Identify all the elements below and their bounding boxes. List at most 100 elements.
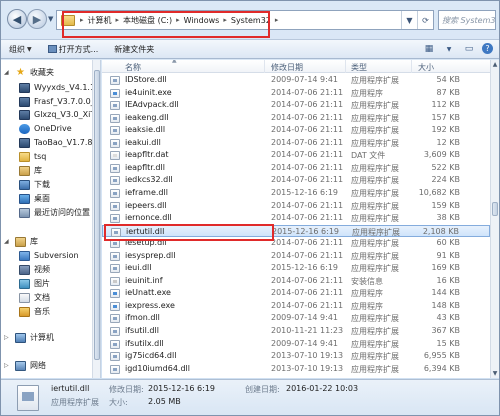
table-row[interactable]: iesetup.dll 2014-07-06 21:11 应用程序扩展 60 KB	[102, 237, 490, 250]
back-button[interactable]: ◀	[7, 9, 27, 29]
nav-item-frasf[interactable]: Frasf_V3.7.0.0_X...	[19, 95, 100, 108]
file-date: 2010-11-21 11:23	[271, 326, 344, 335]
file-list-scrollbar[interactable]: ▲ ▼	[490, 60, 499, 378]
chevron-right-icon[interactable]: ▸	[274, 16, 280, 24]
view-caret-icon[interactable]: ▼	[442, 43, 456, 55]
breadcrumb-drive-c[interactable]: 本地磁盘 (C:)	[120, 15, 175, 26]
forward-button[interactable]: ▶	[27, 9, 47, 29]
file-type: 应用程序扩展	[351, 314, 399, 324]
dat-file-icon	[110, 151, 120, 161]
breadcrumb-computer[interactable]: 计算机	[85, 15, 115, 26]
table-row[interactable]: ieakeng.dll 2014-07-06 21:11 应用程序扩展 157 KB	[102, 112, 490, 125]
column-size[interactable]: 大小	[418, 62, 434, 73]
nav-favorites[interactable]: ◢ ★ 收藏夹	[4, 66, 54, 79]
table-row[interactable]: ifsutilx.dll 2009-07-14 9:41 应用程序扩展 15 KB	[102, 338, 490, 351]
nav-item-taobao[interactable]: TaoBao_V1.7.8...	[19, 136, 100, 149]
open-with-button[interactable]: 打开方式...	[40, 44, 107, 55]
file-date: 2014-07-06 21:11	[271, 150, 344, 160]
table-row[interactable]: ieapfltr.dll 2014-07-06 21:11 应用程序扩展 522 KB	[102, 162, 490, 175]
file-type: DAT 文件	[351, 151, 386, 161]
file-date: 2014-07-06 21:11	[271, 112, 344, 122]
table-row[interactable]: ifsutil.dll 2010-11-21 11:23 应用程序扩展 367 KB	[102, 325, 490, 338]
table-row[interactable]: ieakui.dll 2014-07-06 21:11 应用程序扩展 12 KB	[102, 137, 490, 150]
file-size: 6,955 KB	[423, 351, 460, 361]
scroll-down-icon[interactable]: ▼	[491, 369, 499, 378]
search-input[interactable]: 搜索 System32 ⌕	[438, 10, 496, 30]
table-row[interactable]: ieaksie.dll 2014-07-06 21:11 应用程序扩展 192 KB	[102, 124, 490, 137]
table-row[interactable]: iexpress.exe 2014-07-06 21:11 应用程序 148 KB	[102, 300, 490, 313]
table-row[interactable]: ig75icd64.dll 2013-07-10 19:13 应用程序扩展 6,955…	[102, 350, 490, 363]
nav-item-downloads[interactable]: 下载	[19, 178, 50, 191]
file-name: IEAdvpack.dll	[125, 100, 179, 110]
table-row[interactable]: ieUnatt.exe 2014-07-06 21:11 应用程序 144 KB	[102, 287, 490, 300]
table-row[interactable]: iertutil.dll 2015-12-16 6:19 应用程序扩展 2,108 K…	[102, 224, 490, 238]
nav-item-library[interactable]: 库	[19, 164, 42, 177]
nav-favorites-label: 收藏夹	[30, 68, 54, 77]
file-size: 169 KB	[431, 263, 460, 273]
nav-lib-subversion[interactable]: Subversion	[19, 249, 79, 262]
recent-pages-dropdown[interactable]: ▼	[48, 15, 53, 23]
nav-item-onedrive[interactable]: OneDrive	[19, 122, 72, 135]
preview-pane-icon[interactable]: ▭	[462, 43, 476, 55]
table-row[interactable]: IDStore.dll 2009-07-14 9:41 应用程序扩展 54 KB	[102, 74, 490, 87]
table-row[interactable]: igd10iumd64.dll 2013-07-10 19:13 应用程序扩展 6,3…	[102, 363, 490, 376]
table-row[interactable]: iernonce.dll 2014-07-06 21:11 应用程序扩展 38 KB	[102, 212, 490, 225]
table-row[interactable]: iesysprep.dll 2014-07-06 21:11 应用程序扩展 91 KB	[102, 250, 490, 263]
table-row[interactable]: ieui.dll 2015-12-16 6:19 应用程序扩展 169 KB	[102, 262, 490, 275]
column-date[interactable]: 修改日期	[271, 62, 303, 73]
file-size: 522 KB	[431, 162, 460, 172]
file-size: 192 KB	[431, 125, 460, 135]
nav-lib-documents[interactable]: 文档	[19, 291, 50, 304]
column-name[interactable]: 名称	[125, 62, 141, 73]
scroll-thumb[interactable]	[94, 70, 100, 360]
nav-item-glxzq[interactable]: Glxzq_V3.0_XiTo...	[19, 108, 100, 121]
organize-button[interactable]: 组织 ▼	[1, 44, 40, 55]
nav-lib-videos[interactable]: 视频	[19, 263, 50, 276]
column-type[interactable]: 类型	[351, 62, 367, 73]
nav-item-wyyxds[interactable]: Wyyxds_V4.1.1...	[19, 81, 100, 94]
refresh-icon[interactable]: ⟳	[417, 11, 433, 29]
table-row[interactable]: ieuinit.inf 2014-07-06 21:11 安装信息 16 KB	[102, 275, 490, 288]
new-folder-button[interactable]: 新建文件夹	[106, 44, 162, 55]
address-bar[interactable]: ▸ 计算机 ▸ 本地磁盘 (C:) ▸ Windows ▸ System32 ▸…	[56, 10, 434, 30]
table-row[interactable]: ieapfltr.dat 2014-07-06 21:11 DAT 文件 3,609 …	[102, 149, 490, 162]
dll-file-icon	[110, 251, 120, 261]
address-dropdown-icon[interactable]: ▼	[401, 11, 417, 29]
file-date: 2014-07-06 21:11	[271, 87, 344, 97]
nav-network[interactable]: ▷ 网络	[4, 359, 46, 372]
file-type: 安装信息	[351, 276, 383, 286]
file-type: 应用程序扩展	[351, 176, 399, 186]
nav-computer[interactable]: ▷ 计算机	[4, 331, 54, 344]
breadcrumb-system32[interactable]: System32	[228, 16, 274, 25]
file-type: 应用程序扩展	[351, 138, 399, 148]
nav-lib-music[interactable]: 音乐	[19, 305, 50, 318]
file-size: 15 KB	[436, 338, 460, 348]
nav-item-label: TaoBao_V1.7.8...	[34, 138, 101, 147]
file-date: 2014-07-06 21:11	[271, 200, 344, 210]
table-row[interactable]: iedkcs32.dll 2014-07-06 21:11 应用程序扩展 224 KB	[102, 174, 490, 187]
table-row[interactable]: ifmon.dll 2009-07-14 9:41 应用程序扩展 43 KB	[102, 312, 490, 325]
nav-pane-scrollbar[interactable]	[92, 60, 100, 378]
organize-label: 组织	[9, 44, 25, 54]
file-name: iexpress.exe	[125, 300, 175, 310]
nav-lib-pictures[interactable]: 图片	[19, 277, 50, 290]
file-size: 144 KB	[431, 288, 460, 298]
subversion-icon	[19, 250, 30, 261]
view-options-icon[interactable]: ▦	[422, 43, 436, 55]
nav-item-desktop[interactable]: 桌面	[19, 192, 50, 205]
nav-item-tsq[interactable]: tsq	[19, 150, 46, 163]
table-row[interactable]: ie4uinit.exe 2014-07-06 21:11 应用程序 87 KB	[102, 87, 490, 100]
table-row[interactable]: IEAdvpack.dll 2014-07-06 21:11 应用程序扩展 112 K…	[102, 99, 490, 112]
breadcrumb-windows[interactable]: Windows	[181, 16, 223, 25]
nav-libraries[interactable]: ◢ 库	[4, 235, 38, 248]
table-row[interactable]: ieframe.dll 2015-12-16 6:19 应用程序扩展 10,682 K…	[102, 187, 490, 200]
file-name: ieui.dll	[125, 263, 152, 273]
scroll-thumb[interactable]	[492, 202, 498, 216]
help-icon[interactable]: ?	[482, 43, 493, 54]
file-type: 应用程序扩展	[351, 214, 399, 224]
file-date: 2015-12-16 6:19	[271, 187, 338, 197]
scroll-up-icon[interactable]: ▲	[491, 60, 499, 69]
nav-item-recent[interactable]: 最近访问的位置	[19, 206, 90, 219]
table-row[interactable]: iepeers.dll 2014-07-06 21:11 应用程序扩展 159 KB	[102, 200, 490, 213]
dll-file-icon	[110, 138, 120, 148]
